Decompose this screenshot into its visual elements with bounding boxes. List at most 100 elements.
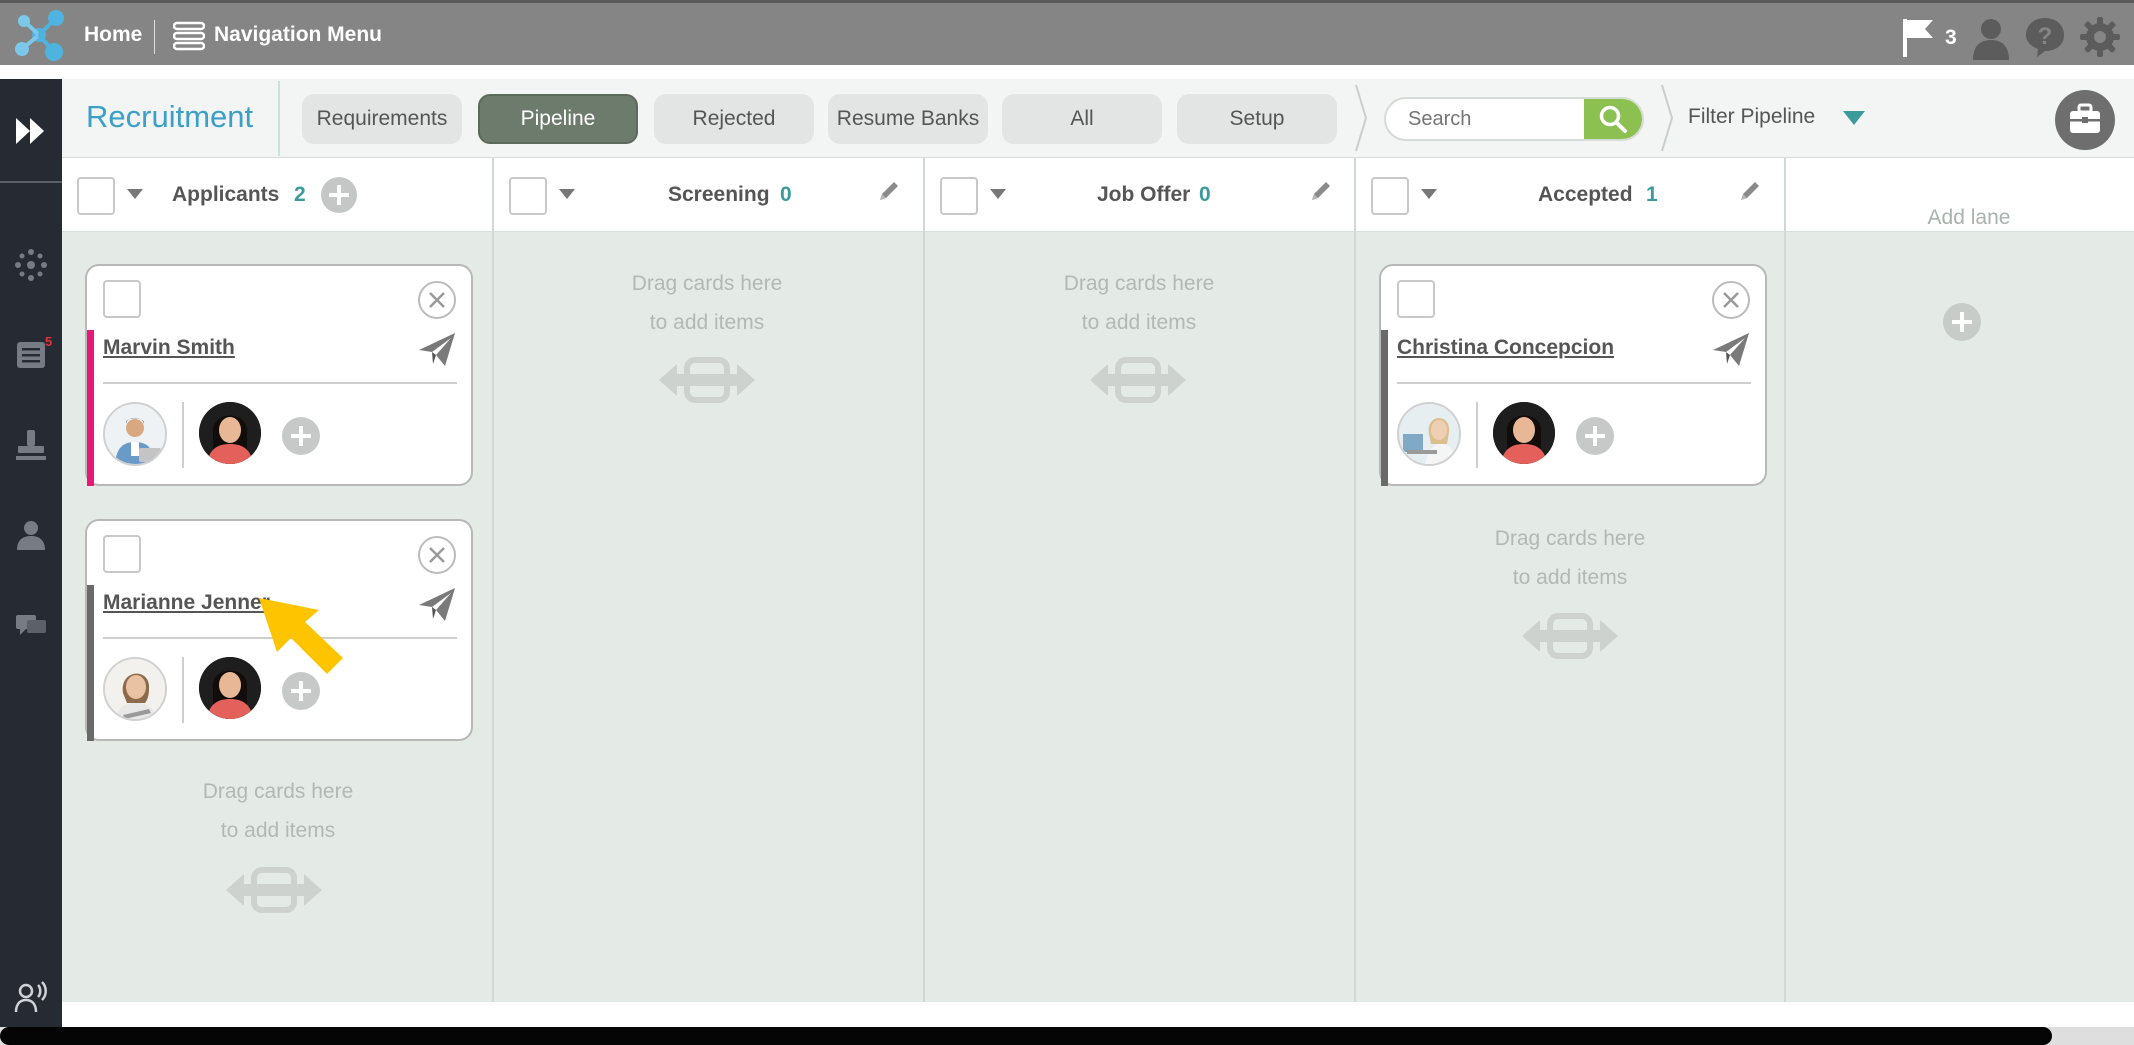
card-select-checkbox[interactable] <box>103 280 141 318</box>
module-header: Recruitment Requirements Pipeline Reject… <box>62 79 2134 158</box>
add-lane-icon[interactable] <box>1942 302 1982 342</box>
chevron-down-icon[interactable] <box>1420 188 1438 200</box>
lane-header-applicants: Applicants 2 <box>62 158 492 232</box>
send-icon[interactable] <box>417 585 457 625</box>
drag-arrows-icon <box>1090 357 1186 403</box>
tab-pipeline[interactable]: Pipeline <box>478 94 638 144</box>
list-icon[interactable] <box>13 337 49 373</box>
close-icon[interactable] <box>417 535 457 575</box>
add-recruiter-icon[interactable] <box>1575 416 1615 456</box>
chevron-down-icon[interactable] <box>558 188 576 200</box>
network-icon[interactable] <box>13 247 49 283</box>
notification-badge: 5 <box>45 334 53 349</box>
user-profile-icon[interactable] <box>1970 16 2012 60</box>
drop-zone-hint: Drag cards here to add items <box>989 264 1289 342</box>
filter-pipeline-dropdown[interactable]: Filter Pipeline <box>1688 105 1815 129</box>
sidebar-expand-button[interactable] <box>0 79 62 183</box>
search-input[interactable] <box>1386 99 1586 139</box>
candidate-photo-icon <box>105 659 165 719</box>
add-applicant-icon[interactable] <box>320 176 358 214</box>
chat-icon[interactable] <box>13 607 49 643</box>
close-icon[interactable] <box>1711 280 1751 320</box>
recruiter-avatar <box>199 657 261 719</box>
expand-icon <box>16 118 44 144</box>
lane-title: Job Offer <box>1097 183 1191 206</box>
card-divider <box>1397 382 1751 384</box>
horizontal-scrollbar[interactable] <box>0 1027 2134 1045</box>
page-title: Recruitment <box>86 99 254 134</box>
lane-divider <box>923 158 925 1002</box>
settings-gear-icon[interactable] <box>2078 15 2122 59</box>
menu-icon[interactable] <box>173 21 205 51</box>
add-recruiter-icon[interactable] <box>281 671 321 711</box>
candidate-avatar <box>103 402 167 466</box>
briefcase-icon[interactable] <box>2054 89 2116 151</box>
lane-divider <box>1354 158 1356 1002</box>
lane-select-checkbox[interactable] <box>940 177 978 215</box>
drag-arrows-icon <box>659 357 755 403</box>
recruiter-photo-icon <box>1493 402 1555 464</box>
recruiter-photo-icon <box>199 657 261 719</box>
tab-rejected[interactable]: Rejected <box>654 94 814 144</box>
lane-select-checkbox[interactable] <box>77 177 115 215</box>
pencil-icon[interactable] <box>1308 178 1334 204</box>
drop-hint-line: Drag cards here <box>1494 527 1646 550</box>
home-link[interactable]: Home <box>84 23 142 47</box>
lane-header-accepted: Accepted 1 <box>1356 158 1784 232</box>
top-bar: Home Navigation Menu 3 ? <box>0 0 2134 65</box>
lane-count: 2 <box>294 183 306 206</box>
lane-count: 1 <box>1646 183 1658 206</box>
drop-hint-line: to add items <box>220 819 336 842</box>
drop-hint-line: Drag cards here <box>202 780 354 803</box>
header-divider <box>278 81 280 156</box>
stamp-icon[interactable] <box>13 427 49 463</box>
candidate-card[interactable]: Marvin Smith <box>85 264 473 486</box>
candidate-photo-icon <box>105 404 165 464</box>
pencil-icon[interactable] <box>1737 178 1763 204</box>
candidate-name-link[interactable]: Marianne Jenner <box>103 591 270 615</box>
card-vertical-divider <box>182 402 184 468</box>
tab-setup[interactable]: Setup <box>1177 94 1337 144</box>
candidate-photo-icon <box>1399 404 1459 464</box>
help-icon[interactable]: ? <box>2023 15 2067 59</box>
card-select-checkbox[interactable] <box>1397 280 1435 318</box>
pencil-icon[interactable] <box>876 178 902 204</box>
card-vertical-divider <box>1476 402 1478 468</box>
add-recruiter-icon[interactable] <box>281 416 321 456</box>
lane-select-checkbox[interactable] <box>509 177 547 215</box>
flag-icon[interactable] <box>1901 17 1937 57</box>
lane-select-checkbox[interactable] <box>1371 177 1409 215</box>
close-icon[interactable] <box>417 280 457 320</box>
scrollbar-thumb[interactable] <box>0 1027 2052 1045</box>
lane-divider <box>1784 158 1786 1002</box>
lane-count: 0 <box>1199 183 1211 206</box>
tab-all[interactable]: All <box>1002 94 1162 144</box>
navigation-menu-link[interactable]: Navigation Menu <box>214 23 382 47</box>
drop-hint-line: to add items <box>1081 311 1197 334</box>
app-logo-icon[interactable] <box>10 7 68 63</box>
left-sidebar: 5 <box>0 79 62 1027</box>
flag-count: 3 <box>1945 26 1957 49</box>
pointer-arrow-icon <box>259 598 343 674</box>
chevron-down-icon[interactable] <box>126 188 144 200</box>
broadcast-icon[interactable] <box>13 979 49 1015</box>
chevron-down-icon[interactable] <box>1842 110 1866 126</box>
add-lane-label: Add lane <box>1927 206 2011 229</box>
tab-requirements[interactable]: Requirements <box>302 94 462 144</box>
chevron-down-icon[interactable] <box>989 188 1007 200</box>
person-icon[interactable] <box>13 517 49 553</box>
drop-zone-hint: Drag cards here to add items <box>557 264 857 342</box>
drop-hint-line: Drag cards here <box>1063 272 1215 295</box>
lane-title: Applicants <box>172 183 280 206</box>
candidate-avatar <box>103 657 167 721</box>
candidate-name-link[interactable]: Marvin Smith <box>103 336 235 360</box>
send-icon[interactable] <box>417 330 457 370</box>
card-select-checkbox[interactable] <box>103 535 141 573</box>
tab-resume-banks[interactable]: Resume Banks <box>828 94 988 144</box>
candidate-card[interactable]: Christina Concepcion <box>1379 264 1767 486</box>
send-icon[interactable] <box>1711 330 1751 370</box>
candidate-name-link[interactable]: Christina Concepcion <box>1397 336 1614 360</box>
drop-zone-hint: Drag cards here to add items <box>1420 519 1720 597</box>
search-button[interactable] <box>1584 99 1642 139</box>
card-status-bar <box>87 330 94 486</box>
